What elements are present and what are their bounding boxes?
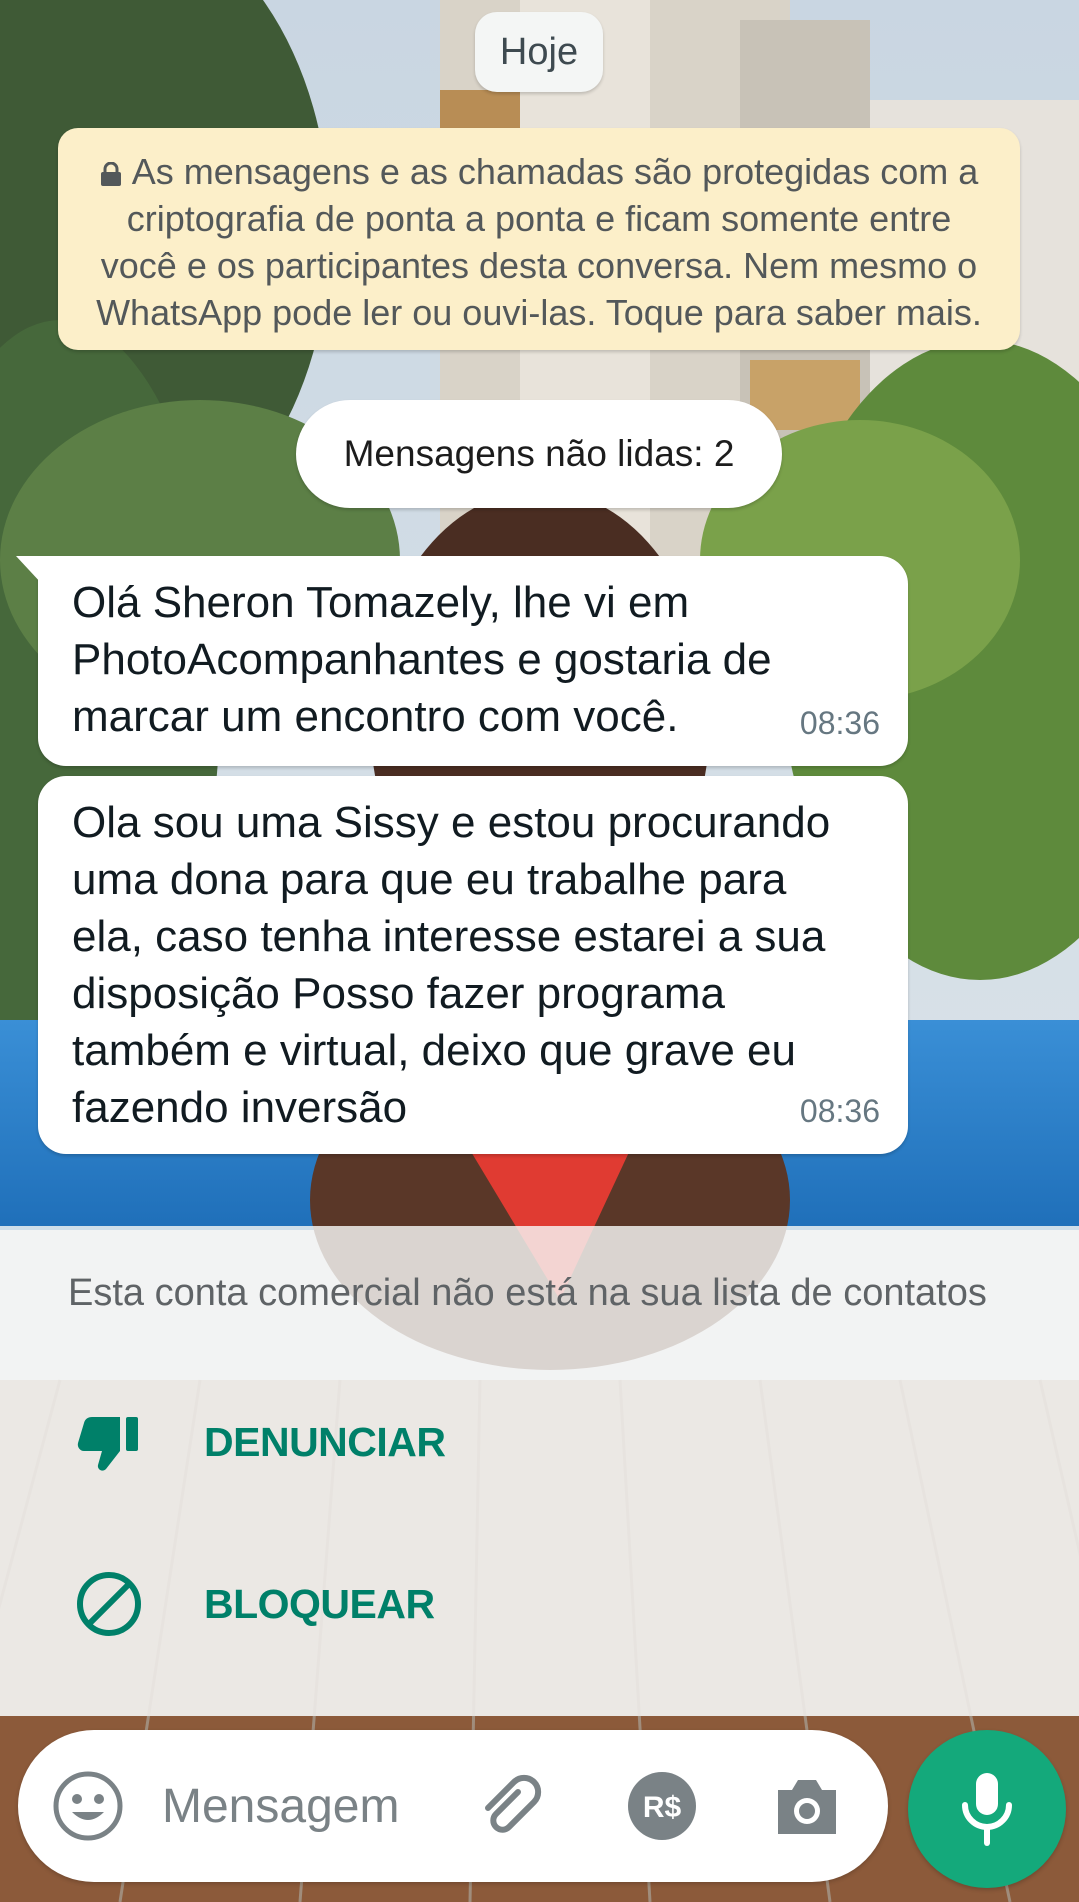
message-text: Ola sou uma Sissy e estou procurando uma… <box>72 798 831 1132</box>
unread-messages-divider: Mensagens não lidas: 2 <box>296 400 782 508</box>
message-time: 08:36 <box>799 705 880 741</box>
bubble-tail <box>16 556 42 584</box>
mic-icon <box>962 1773 1012 1846</box>
block-button[interactable]: BLOQUEAR <box>0 1544 1079 1664</box>
message-input[interactable] <box>162 1770 462 1842</box>
block-label: BLOQUEAR <box>204 1580 435 1627</box>
payment-icon[interactable]: R$ <box>626 1770 698 1842</box>
incoming-message[interactable]: Ola sou uma Sissy e estou procurando uma… <box>38 776 908 1154</box>
block-icon <box>77 1572 141 1636</box>
paperclip-icon[interactable] <box>474 1770 546 1842</box>
message-text: Olá Sheron Tomazely, lhe vi em PhotoAcom… <box>72 578 772 741</box>
lock-icon <box>100 162 121 186</box>
not-in-contacts-notice: Esta conta comercial não está na sua lis… <box>68 1272 987 1314</box>
incoming-message[interactable]: Olá Sheron Tomazely, lhe vi em PhotoAcom… <box>16 556 908 766</box>
report-label: DENUNCIAR <box>204 1418 446 1465</box>
encryption-notice[interactable]: As mensagens e as chamadas são protegida… <box>58 128 1020 350</box>
encryption-notice-text: As mensagens e as chamadas são protegida… <box>96 151 982 333</box>
thumbs-down-icon <box>77 1417 138 1471</box>
emoji-icon[interactable] <box>52 1770 124 1842</box>
svg-text:R$: R$ <box>643 1791 682 1824</box>
unknown-contact-panel: Esta conta comercial não está na sua lis… <box>0 1226 1079 1716</box>
report-button[interactable]: DENUNCIAR <box>0 1382 1079 1502</box>
message-composer: R$ <box>18 1730 888 1882</box>
camera-icon[interactable] <box>772 1772 842 1840</box>
message-time: 08:36 <box>799 1093 880 1129</box>
date-chip: Hoje <box>475 12 603 92</box>
voice-message-button[interactable] <box>908 1730 1066 1888</box>
